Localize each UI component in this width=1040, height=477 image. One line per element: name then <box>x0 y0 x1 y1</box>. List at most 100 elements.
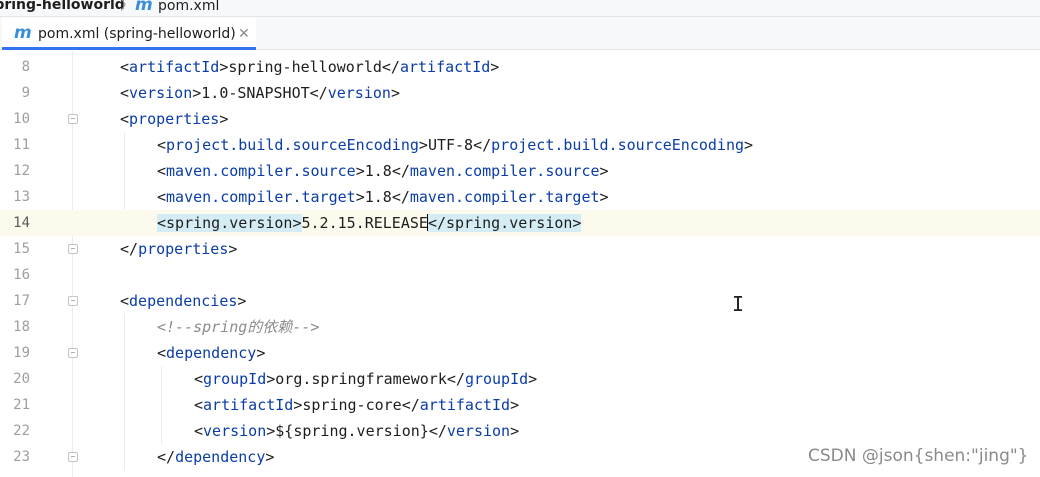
maven-icon: m <box>14 23 32 43</box>
xml-tag-name: version <box>446 422 511 440</box>
code-text[interactable]: <artifactId>spring-helloworld</artifactI… <box>120 58 499 76</box>
code-token: </ <box>391 162 410 180</box>
code-token: <spring.version> <box>157 214 302 232</box>
code-line[interactable]: 10 <properties> <box>0 106 1040 132</box>
code-text[interactable]: <maven.compiler.source>1.8</maven.compil… <box>157 162 609 180</box>
code-token: spring-helloworld <box>228 58 382 76</box>
code-token: < <box>120 292 130 310</box>
line-number[interactable]: 8 <box>0 58 30 76</box>
code-editor[interactable]: 8 <artifactId>spring-helloworld</artifact… <box>0 51 1040 477</box>
code-line[interactable]: 16 <box>0 262 1040 288</box>
line-number[interactable]: 16 <box>0 266 30 284</box>
code-line[interactable]: 21 <artifactId>spring-core</artifactId> <box>0 392 1040 418</box>
xml-tag-name: groupId <box>464 370 529 388</box>
line-number[interactable]: 11 <box>0 136 30 154</box>
code-text[interactable]: <properties> <box>120 110 228 128</box>
xml-tag-name: version <box>129 84 193 102</box>
code-line[interactable]: 11 <project.build.sourceEncoding>UTF-8</p… <box>0 132 1040 158</box>
line-number[interactable]: 15 <box>0 240 30 258</box>
code-text[interactable]: <version>1.0-SNAPSHOT</version> <box>120 84 400 102</box>
code-token: < <box>157 344 167 362</box>
maven-icon: m <box>135 0 153 15</box>
line-number[interactable]: 20 <box>0 370 30 388</box>
code-token: </ <box>473 136 492 154</box>
code-text[interactable]: </properties> <box>120 240 237 258</box>
code-text[interactable]: <project.build.sourceEncoding>UTF-8</pro… <box>157 136 753 154</box>
line-number[interactable]: 17 <box>0 292 30 310</box>
code-line[interactable]: 13 <maven.compiler.target>1.8</maven.comp… <box>0 184 1040 210</box>
code-token: > <box>599 162 609 180</box>
line-number[interactable]: 19 <box>0 344 30 362</box>
code-line[interactable]: 18 <!--spring的依赖--> <box>0 314 1040 340</box>
fold-toggle-icon[interactable] <box>68 114 78 124</box>
code-token: < <box>194 370 204 388</box>
code-token: spring-core <box>302 396 402 414</box>
line-number[interactable]: 18 <box>0 318 30 336</box>
breadcrumb-file[interactable]: pom.xml <box>158 0 219 15</box>
line-number[interactable]: 13 <box>0 188 30 206</box>
xml-comment: <!--spring的依赖--> <box>157 318 320 336</box>
code-line[interactable]: 9 <version>1.0-SNAPSHOT</version> <box>0 80 1040 106</box>
line-number[interactable]: 12 <box>0 162 30 180</box>
editor-tab-bar: m pom.xml (spring-helloworld) ✕ <box>0 16 1040 50</box>
code-line[interactable]: 15 </properties> <box>0 236 1040 262</box>
code-token: > <box>266 422 276 440</box>
code-line[interactable]: 14 <spring.version>5.2.15.RELEASE</spring… <box>0 210 1040 236</box>
active-tab-indicator <box>2 47 256 50</box>
code-line[interactable]: 22 <version>${spring.version}</version> <box>0 418 1040 444</box>
xml-tag-name: properties <box>138 240 229 258</box>
code-token: ${spring.version} <box>275 422 429 440</box>
code-token: </ <box>120 240 139 258</box>
xml-tag-name: properties <box>129 110 220 128</box>
code-token: </ <box>446 370 465 388</box>
code-token: > <box>510 422 520 440</box>
code-token: > <box>265 448 275 466</box>
fold-toggle-icon[interactable] <box>68 348 78 358</box>
code-token: 1.8 <box>364 162 392 180</box>
text-cursor-icon: I <box>732 292 745 316</box>
code-line[interactable]: 20 <groupId>org.springframework</groupId> <box>0 366 1040 392</box>
code-token: > <box>355 162 365 180</box>
line-number[interactable]: 10 <box>0 110 30 128</box>
fold-toggle-icon[interactable] <box>68 244 78 254</box>
code-text[interactable]: <groupId>org.springframework</groupId> <box>194 370 537 388</box>
code-token: > <box>599 188 609 206</box>
xml-tag-name: maven.compiler.source <box>409 162 600 180</box>
code-token: > <box>528 370 538 388</box>
tab-title: pom.xml (spring-helloworld) <box>38 26 236 42</box>
xml-tag-name: artifactId <box>203 396 294 414</box>
watermark: CSDN @json{shen:"jing"} <box>808 446 1029 466</box>
breadcrumb-project[interactable]: spring-helloworld <box>0 0 125 14</box>
code-token: UTF-8 <box>427 136 474 154</box>
code-text[interactable]: <dependencies> <box>120 292 246 310</box>
xml-tag-name: maven.compiler.target <box>409 188 600 206</box>
code-line[interactable]: 19 <dependency> <box>0 340 1040 366</box>
line-number[interactable]: 9 <box>0 84 30 102</box>
line-number[interactable]: 21 <box>0 396 30 414</box>
xml-tag-name: version <box>203 422 267 440</box>
code-token: < <box>120 110 130 128</box>
close-icon[interactable]: ✕ <box>238 25 250 43</box>
code-text[interactable]: <!--spring的依赖--> <box>157 318 319 336</box>
code-text[interactable]: </dependency> <box>157 448 274 466</box>
fold-toggle-icon[interactable] <box>68 296 78 306</box>
line-number[interactable]: 14 <box>0 214 30 232</box>
line-number[interactable]: 22 <box>0 422 30 440</box>
code-line[interactable]: 12 <maven.compiler.source>1.8</maven.comp… <box>0 158 1040 184</box>
code-token: > <box>490 58 500 76</box>
xml-tag-name: groupId <box>203 370 267 388</box>
code-line[interactable]: 17 <dependencies> <box>0 288 1040 314</box>
code-line[interactable]: 8 <artifactId>spring-helloworld</artifact… <box>0 54 1040 80</box>
line-number[interactable]: 23 <box>0 448 30 466</box>
code-text[interactable]: <spring.version>5.2.15.RELEASE</spring.v… <box>157 214 582 232</box>
code-token: </ <box>157 448 176 466</box>
code-text[interactable]: <maven.compiler.target>1.8</maven.compil… <box>157 188 609 206</box>
xml-tag-name: project.build.sourceEncoding <box>166 136 419 154</box>
code-token: > <box>418 136 428 154</box>
code-text[interactable]: <dependency> <box>157 344 265 362</box>
code-token: < <box>120 84 130 102</box>
code-text[interactable]: <artifactId>spring-core</artifactId> <box>194 396 519 414</box>
code-text[interactable]: <version>${spring.version}</version> <box>194 422 519 440</box>
fold-toggle-icon[interactable] <box>68 452 78 462</box>
tab-pom-xml[interactable]: m pom.xml (spring-helloworld) ✕ <box>2 17 256 50</box>
